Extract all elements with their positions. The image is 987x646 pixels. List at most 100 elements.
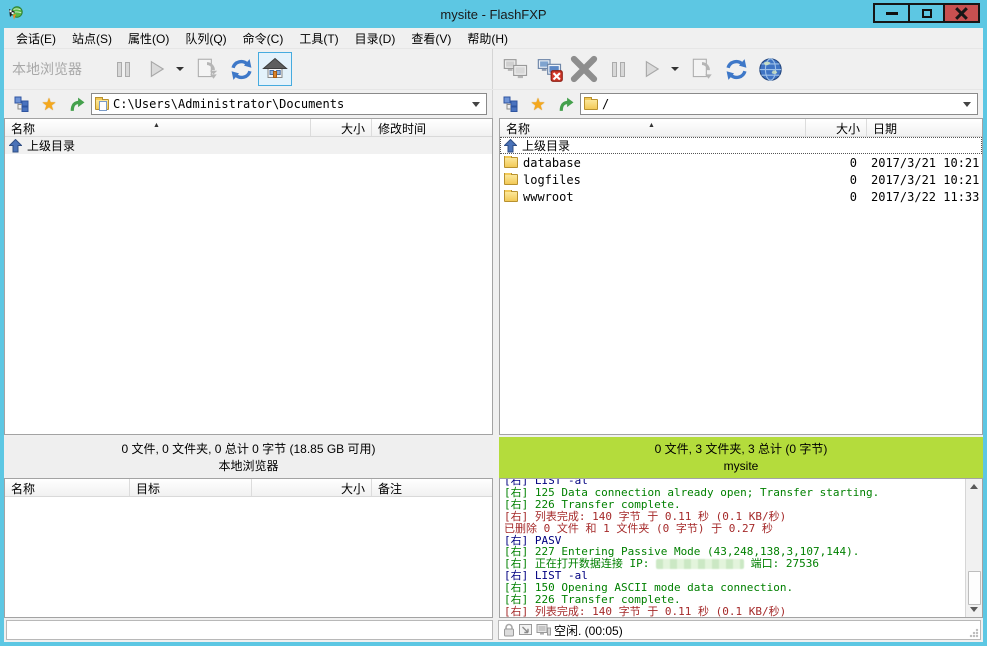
column-header-size[interactable]: 大小 xyxy=(311,119,372,136)
abort-button[interactable] xyxy=(567,52,601,86)
address-row: ★ C:\Users\Administrator\Documents xyxy=(4,90,983,118)
start-dropdown-icon[interactable] xyxy=(176,67,184,71)
remote-refresh-button[interactable] xyxy=(719,52,753,86)
column-header-name[interactable]: 名称▲ xyxy=(500,119,806,136)
up-arrow-icon xyxy=(557,96,574,113)
globe-icon xyxy=(757,56,784,83)
log-line: [右] 列表完成: 140 字节 于 0.11 秒 (0.1 KB/秒) xyxy=(504,511,965,523)
log-line: [右] 列表完成: 140 字节 于 0.11 秒 (0.1 KB/秒) xyxy=(504,606,965,617)
transfer-queue-icon xyxy=(689,56,715,82)
maximize-icon xyxy=(922,9,932,18)
treeview-icon xyxy=(14,96,30,112)
menu-queue[interactable]: 队列(Q) xyxy=(177,28,234,49)
titlebar: mysite - FlashFXP xyxy=(0,0,987,28)
file-row-database[interactable]: database 0 2017/3/21 10:21 xyxy=(500,154,982,171)
remote-path-combobox[interactable]: / xyxy=(580,93,978,115)
local-treeview-button[interactable] xyxy=(10,93,34,115)
remote-start-button[interactable] xyxy=(635,52,669,86)
remote-favorites-button[interactable]: ★ xyxy=(526,93,550,115)
minimize-button[interactable] xyxy=(873,3,910,23)
local-pause-button[interactable] xyxy=(106,52,140,86)
parent-dir-label: 上级目录 xyxy=(522,137,570,154)
window-title: mysite - FlashFXP xyxy=(0,7,987,22)
queue-column-target[interactable]: 目标 xyxy=(130,479,252,496)
local-rows: 上级目录 xyxy=(5,137,492,434)
home-icon xyxy=(262,56,288,82)
queue-rows xyxy=(5,497,492,617)
local-status-panel: 0 文件, 0 文件夹, 0 总计 0 字节 (18.85 GB 可用) 本地浏… xyxy=(4,437,493,478)
toolbars: 本地浏览器 xyxy=(4,48,983,90)
site-browser-button[interactable] xyxy=(753,52,787,86)
remote-treeview-button[interactable] xyxy=(499,93,523,115)
up-directory-icon xyxy=(9,139,22,153)
disconnect-icon xyxy=(536,55,564,83)
censored-ip xyxy=(656,559,744,569)
disconnect-button[interactable] xyxy=(533,52,567,86)
column-header-date[interactable]: 日期 xyxy=(867,119,982,136)
local-pane: 名称▲ 大小 修改时间 上级目录 xyxy=(4,118,493,478)
connect-button[interactable] xyxy=(499,52,533,86)
remote-toolbar xyxy=(493,49,983,89)
local-transfer-queue-button[interactable] xyxy=(190,52,224,86)
pause-icon xyxy=(612,62,625,77)
local-refresh-button[interactable] xyxy=(224,52,258,86)
menu-sites[interactable]: 站点(S) xyxy=(64,28,120,49)
file-row-logfiles[interactable]: logfiles 0 2017/3/21 10:21 xyxy=(500,171,982,188)
folder-icon xyxy=(504,191,518,202)
column-header-name[interactable]: 名称▲ xyxy=(5,119,311,136)
local-parent-dir-row[interactable]: 上级目录 xyxy=(5,137,492,154)
combo-dropdown-icon[interactable] xyxy=(963,102,971,107)
column-header-size[interactable]: 大小 xyxy=(806,119,867,136)
parent-dir-label: 上级目录 xyxy=(27,137,75,154)
play-icon xyxy=(148,60,166,78)
menu-help[interactable]: 帮助(H) xyxy=(459,28,516,49)
status-bar: 空闲. (00:05) xyxy=(4,618,983,642)
scroll-thumb[interactable] xyxy=(968,571,981,605)
local-start-button[interactable] xyxy=(140,52,174,86)
up-directory-icon xyxy=(504,139,517,153)
close-button[interactable] xyxy=(943,3,980,23)
remote-list-header: 名称▲ 大小 日期 xyxy=(500,119,982,137)
queue-column-name[interactable]: 名称 xyxy=(5,479,130,496)
log-scrollbar[interactable] xyxy=(965,479,982,617)
menu-session[interactable]: 会话(E) xyxy=(8,28,64,49)
queue-column-note[interactable]: 备注 xyxy=(372,479,492,496)
star-icon: ★ xyxy=(530,96,545,113)
menu-options[interactable]: 属性(O) xyxy=(120,28,177,49)
remote-pause-button[interactable] xyxy=(601,52,635,86)
column-header-modified[interactable]: 修改时间 xyxy=(372,119,492,136)
log-panel: [右] LIST -al [右] 125 Data connection alr… xyxy=(499,478,983,618)
scroll-up-icon[interactable] xyxy=(970,484,978,489)
menu-tools[interactable]: 工具(T) xyxy=(291,28,346,49)
file-row-wwwroot[interactable]: wwwroot 0 2017/3/22 11:33 xyxy=(500,188,982,205)
local-status-title: 本地浏览器 xyxy=(218,458,278,475)
local-up-directory-button[interactable] xyxy=(64,93,88,115)
connect-icon xyxy=(502,55,530,83)
play-icon xyxy=(643,60,661,78)
menu-commands[interactable]: 命令(C) xyxy=(235,28,292,49)
remote-transfer-queue-button[interactable] xyxy=(685,52,719,86)
flashfxp-window: mysite - FlashFXP 会话(E) 站点(S) 属性(O) 队列(Q… xyxy=(0,0,987,646)
menu-directory[interactable]: 目录(D) xyxy=(347,28,404,49)
resize-grip[interactable] xyxy=(969,628,979,638)
maximize-button[interactable] xyxy=(908,3,945,23)
combo-dropdown-icon[interactable] xyxy=(472,102,480,107)
local-home-button[interactable] xyxy=(258,52,292,86)
documents-folder-icon xyxy=(95,99,109,110)
remote-up-directory-button[interactable] xyxy=(553,93,577,115)
menu-view[interactable]: 查看(V) xyxy=(403,28,459,49)
start-dropdown-icon[interactable] xyxy=(671,67,679,71)
scroll-down-icon[interactable] xyxy=(970,607,978,612)
up-arrow-icon xyxy=(68,96,85,113)
minimize-icon xyxy=(886,12,898,15)
log-line: [右] 226 Transfer complete. xyxy=(504,499,965,511)
treeview-icon xyxy=(503,96,519,112)
local-path-combobox[interactable]: C:\Users\Administrator\Documents xyxy=(91,93,487,115)
local-address-bar: ★ C:\Users\Administrator\Documents xyxy=(4,90,493,118)
sort-ascending-icon: ▲ xyxy=(648,122,655,129)
local-favorites-button[interactable]: ★ xyxy=(37,93,61,115)
sort-ascending-icon: ▲ xyxy=(153,122,160,129)
remote-status-sitename: mysite xyxy=(724,458,759,475)
remote-parent-dir-row[interactable]: 上级目录 xyxy=(500,137,982,154)
queue-column-size[interactable]: 大小 xyxy=(252,479,372,496)
